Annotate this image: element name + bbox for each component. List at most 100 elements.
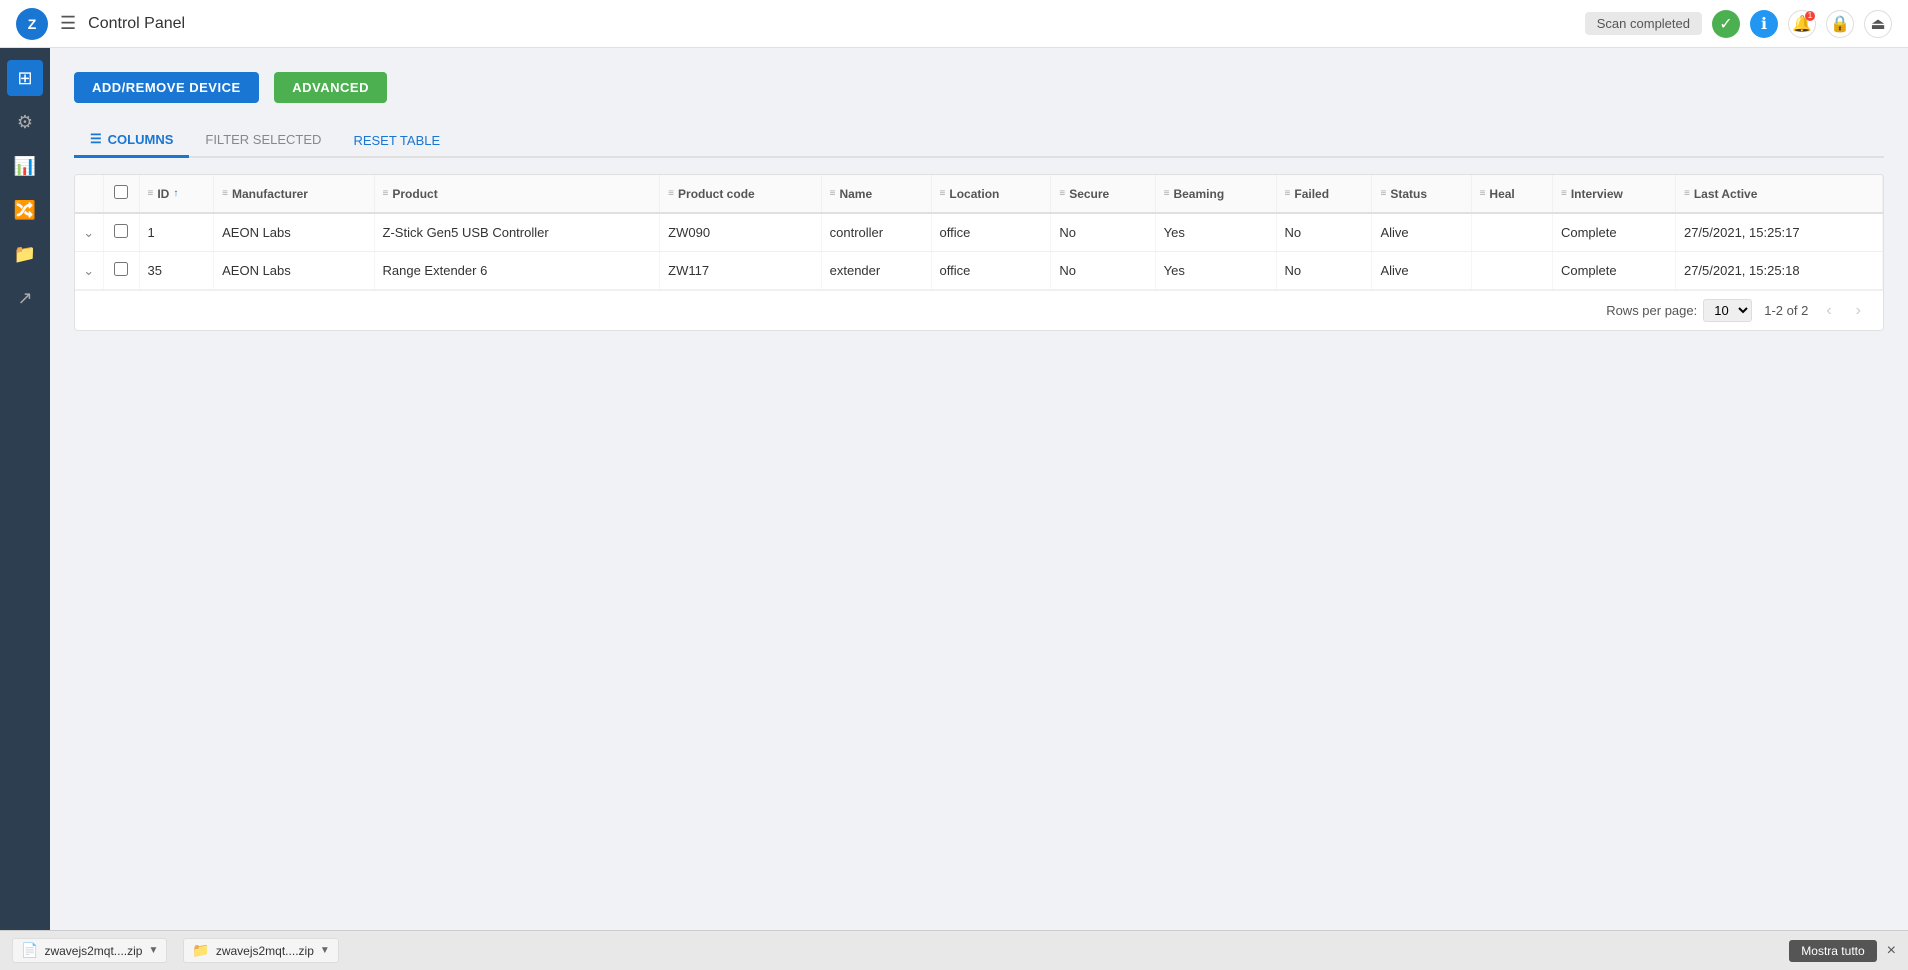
content-area: ADD/REMOVE DEVICE ADVANCED ☰ COLUMNS FIL… bbox=[50, 48, 1908, 930]
beaming-filter-icon: ≡ bbox=[1164, 188, 1170, 199]
download-item-2[interactable]: 📁 zwavejs2mqt....zip ▼ bbox=[183, 938, 338, 963]
row-secure-0: No bbox=[1051, 213, 1155, 252]
table-header-row: ≡ ID ↑ ≡ Manufacturer bbox=[75, 175, 1883, 213]
sidebar-item-files[interactable]: 📁 bbox=[7, 236, 43, 272]
secure-filter-icon: ≡ bbox=[1059, 188, 1065, 199]
download-icon-2: 📁 bbox=[192, 942, 209, 959]
row-name-1: extender bbox=[821, 252, 931, 290]
row-select-checkbox-1[interactable] bbox=[114, 262, 128, 276]
manufacturer-filter-icon: ≡ bbox=[222, 188, 228, 199]
name-filter-icon: ≡ bbox=[830, 188, 836, 199]
advanced-button[interactable]: ADVANCED bbox=[274, 72, 387, 103]
row-last-active-0: 27/5/2021, 15:25:17 bbox=[1675, 213, 1882, 252]
reset-table-button[interactable]: RESET TABLE bbox=[337, 125, 456, 156]
bottombar-close-button[interactable]: × bbox=[1887, 942, 1896, 960]
chevron-down-icon-1[interactable]: ▼ bbox=[148, 945, 158, 956]
col-beaming[interactable]: ≡ Beaming bbox=[1155, 175, 1276, 213]
select-all-checkbox[interactable] bbox=[114, 185, 128, 199]
download-filename-2: zwavejs2mqt....zip bbox=[216, 944, 314, 958]
rows-per-page-select[interactable]: 10 25 50 bbox=[1703, 299, 1752, 322]
col-id[interactable]: ≡ ID ↑ bbox=[139, 175, 214, 213]
rows-per-page-label: Rows per page: 10 25 50 bbox=[1606, 299, 1752, 322]
row-name-0: controller bbox=[821, 213, 931, 252]
col-name-label: Name bbox=[839, 187, 872, 201]
col-location[interactable]: ≡ Location bbox=[931, 175, 1051, 213]
col-product-code[interactable]: ≡ Product code bbox=[660, 175, 821, 213]
info-icon[interactable]: ℹ bbox=[1750, 10, 1778, 38]
row-status-0: Alive bbox=[1372, 213, 1471, 252]
col-secure[interactable]: ≡ Secure bbox=[1051, 175, 1155, 213]
row-product-0: Z-Stick Gen5 USB Controller bbox=[374, 213, 660, 252]
table-row: ⌄ 1 AEON Labs Z-Stick Gen5 USB Controlle… bbox=[75, 213, 1883, 252]
col-name[interactable]: ≡ Name bbox=[821, 175, 931, 213]
row-last-active-1: 27/5/2021, 15:25:18 bbox=[1675, 252, 1882, 290]
menu-icon[interactable]: ☰ bbox=[60, 13, 76, 34]
col-heal-label: Heal bbox=[1489, 187, 1514, 201]
heal-filter-icon: ≡ bbox=[1480, 188, 1486, 199]
row-expand-1[interactable]: ⌄ bbox=[75, 252, 103, 290]
col-product-label: Product bbox=[392, 187, 437, 201]
lock-icon[interactable]: 🔒 bbox=[1826, 10, 1854, 38]
row-manufacturer-1: AEON Labs bbox=[214, 252, 374, 290]
col-checkbox-header[interactable] bbox=[103, 175, 139, 213]
sidebar-item-dashboard[interactable]: ⊞ bbox=[7, 60, 43, 96]
row-location-1: office bbox=[931, 252, 1051, 290]
next-page-button[interactable]: › bbox=[1850, 300, 1867, 322]
col-failed[interactable]: ≡ Failed bbox=[1276, 175, 1372, 213]
add-remove-device-button[interactable]: ADD/REMOVE DEVICE bbox=[74, 72, 259, 103]
columns-icon: ☰ bbox=[90, 131, 102, 147]
id-sort-icon[interactable]: ↑ bbox=[173, 188, 178, 199]
row-failed-0: No bbox=[1276, 213, 1372, 252]
exit-icon[interactable]: ⏏ bbox=[1864, 10, 1892, 38]
row-expand-0[interactable]: ⌄ bbox=[75, 213, 103, 252]
mostra-tutto-button[interactable]: Mostra tutto bbox=[1789, 940, 1876, 962]
toolbar-row: ☰ COLUMNS FILTER SELECTED RESET TABLE bbox=[74, 123, 1884, 158]
row-manufacturer-0: AEON Labs bbox=[214, 213, 374, 252]
col-status-label: Status bbox=[1390, 187, 1427, 201]
row-product-code-0: ZW090 bbox=[660, 213, 821, 252]
col-product[interactable]: ≡ Product bbox=[374, 175, 660, 213]
col-expand bbox=[75, 175, 103, 213]
col-id-label: ID bbox=[157, 187, 169, 201]
col-interview[interactable]: ≡ Interview bbox=[1552, 175, 1675, 213]
sidebar: ⊞ ⚙ 📊 🔀 📁 ↗ bbox=[0, 48, 50, 930]
row-checkbox-0[interactable] bbox=[103, 213, 139, 252]
sidebar-item-analytics[interactable]: 📊 bbox=[7, 148, 43, 184]
topbar-right: Scan completed ✓ ℹ 🔔 1 🔒 ⏏ bbox=[1585, 10, 1892, 38]
col-manufacturer[interactable]: ≡ Manufacturer bbox=[214, 175, 374, 213]
sidebar-item-share[interactable]: ↗ bbox=[7, 280, 43, 316]
device-table: ≡ ID ↑ ≡ Manufacturer bbox=[75, 175, 1883, 290]
row-beaming-0: Yes bbox=[1155, 213, 1276, 252]
filter-selected-tab[interactable]: FILTER SELECTED bbox=[189, 124, 337, 158]
product-code-filter-icon: ≡ bbox=[668, 188, 674, 199]
chevron-down-icon-2[interactable]: ▼ bbox=[320, 945, 330, 956]
download-item-1[interactable]: 📄 zwavejs2mqt....zip ▼ bbox=[12, 938, 167, 963]
col-interview-label: Interview bbox=[1571, 187, 1623, 201]
row-failed-1: No bbox=[1276, 252, 1372, 290]
page-info: 1-2 of 2 bbox=[1764, 303, 1808, 318]
prev-page-button[interactable]: ‹ bbox=[1820, 300, 1837, 322]
col-manufacturer-label: Manufacturer bbox=[232, 187, 308, 201]
col-last-active-label: Last Active bbox=[1694, 187, 1758, 201]
col-heal[interactable]: ≡ Heal bbox=[1471, 175, 1552, 213]
row-product-1: Range Extender 6 bbox=[374, 252, 660, 290]
bell-icon[interactable]: 🔔 1 bbox=[1788, 10, 1816, 38]
app-logo[interactable]: Z bbox=[16, 8, 48, 40]
col-status[interactable]: ≡ Status bbox=[1372, 175, 1471, 213]
bottombar: 📄 zwavejs2mqt....zip ▼ 📁 zwavejs2mqt....… bbox=[0, 930, 1908, 970]
interview-filter-icon: ≡ bbox=[1561, 188, 1567, 199]
check-icon[interactable]: ✓ bbox=[1712, 10, 1740, 38]
row-checkbox-1[interactable] bbox=[103, 252, 139, 290]
row-heal-0 bbox=[1471, 213, 1552, 252]
row-id-0: 1 bbox=[139, 213, 214, 252]
col-beaming-label: Beaming bbox=[1173, 187, 1224, 201]
row-select-checkbox-0[interactable] bbox=[114, 224, 128, 238]
col-last-active[interactable]: ≡ Last Active bbox=[1675, 175, 1882, 213]
table-body: ⌄ 1 AEON Labs Z-Stick Gen5 USB Controlle… bbox=[75, 213, 1883, 290]
sidebar-item-flows[interactable]: 🔀 bbox=[7, 192, 43, 228]
row-product-code-1: ZW117 bbox=[660, 252, 821, 290]
row-status-1: Alive bbox=[1372, 252, 1471, 290]
columns-tab[interactable]: ☰ COLUMNS bbox=[74, 123, 189, 158]
sidebar-item-settings[interactable]: ⚙ bbox=[7, 104, 43, 140]
row-location-0: office bbox=[931, 213, 1051, 252]
